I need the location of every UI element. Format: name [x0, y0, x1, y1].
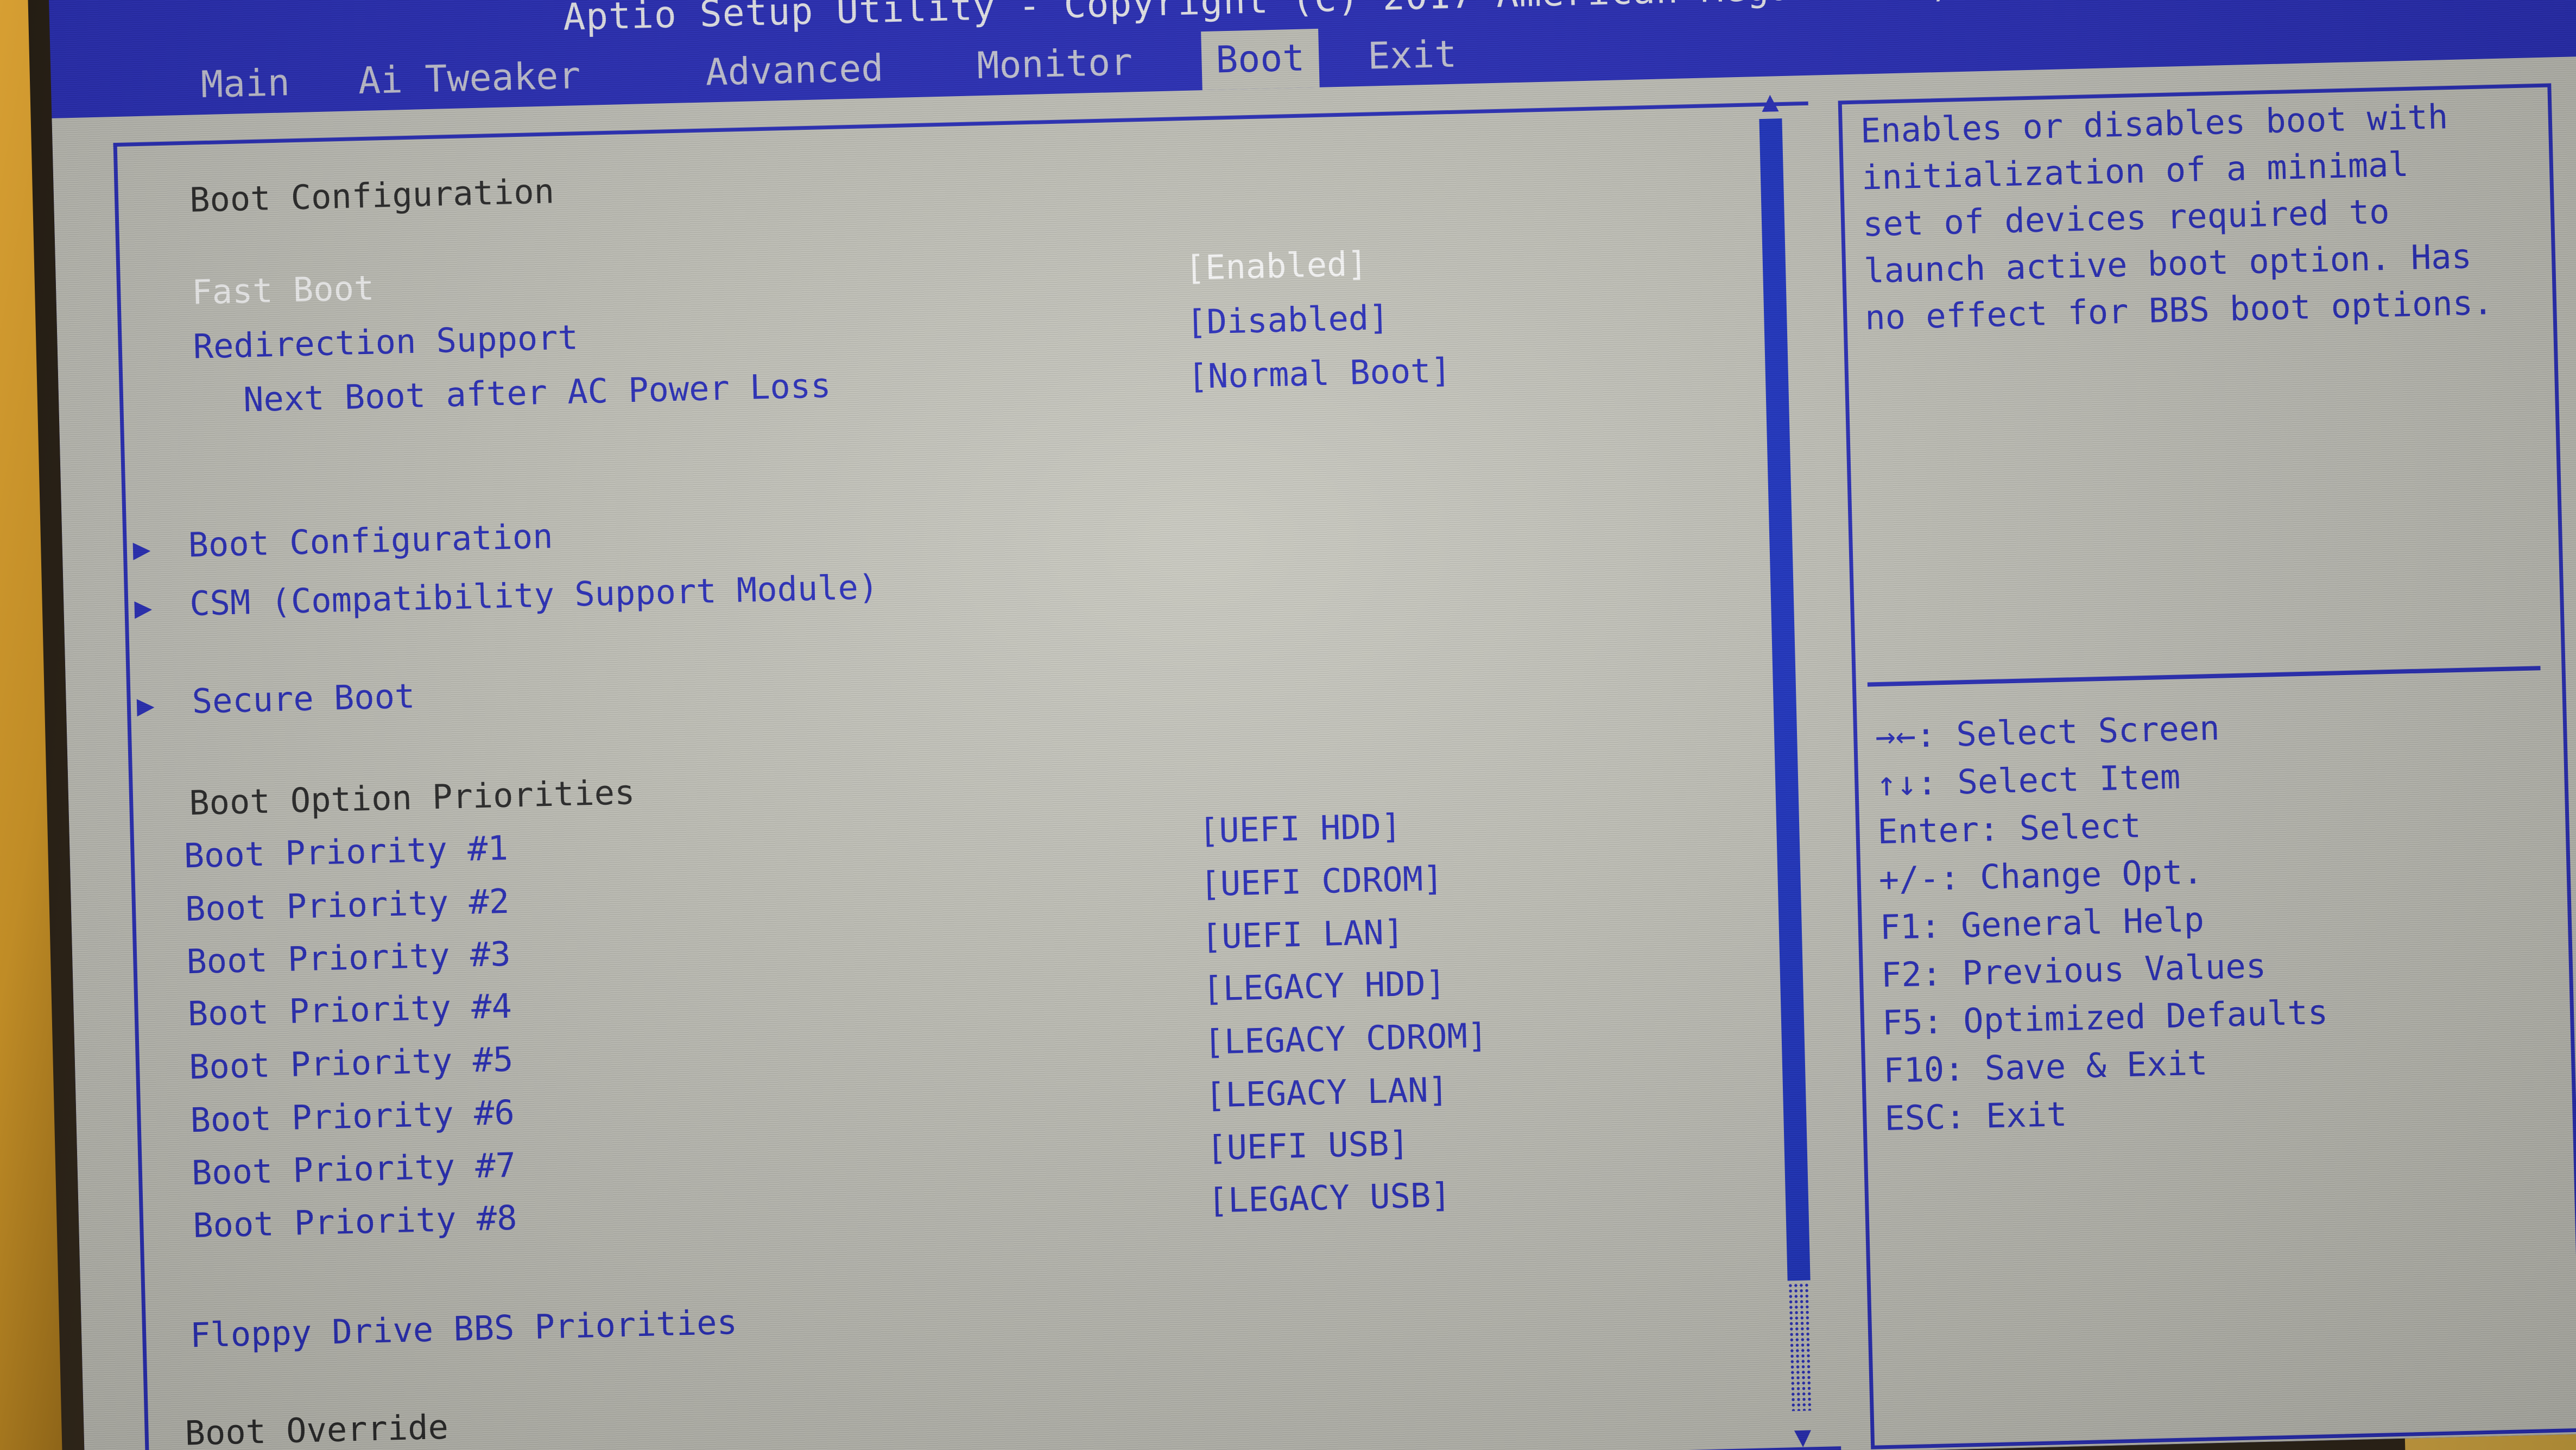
setting-redirection-support-label[interactable]: Redirection Support [193, 317, 579, 366]
setting-fast-boot-value[interactable]: [Enabled] [1185, 244, 1368, 288]
setting-redirection-support-value[interactable]: [Disabled] [1186, 298, 1389, 342]
submenu-secure-boot[interactable]: Secure Boot [192, 676, 415, 721]
boot-priority-2-label[interactable]: Boot Priority #2 [185, 881, 510, 929]
boot-priority-6-value[interactable]: [LEGACY LAN] [1205, 1070, 1449, 1115]
tab-advanced[interactable]: Advanced [691, 39, 898, 103]
help-text: Enables or disables boot with initializa… [1860, 97, 2494, 338]
scrollbar-up-arrow-icon[interactable]: ▲ [1755, 85, 1785, 118]
submenu-arrow-icon: ▶ [132, 531, 151, 566]
boot-priority-7-label[interactable]: Boot Priority #7 [191, 1145, 516, 1193]
photo-background: GTC Aptio Setup Utility - Copyright (C) … [0, 0, 2576, 1450]
scrollbar-track[interactable] [1787, 1282, 1814, 1411]
submenu-arrow-icon: ▶ [134, 590, 153, 625]
boot-priority-1-value[interactable]: [UEFI HDD] [1198, 806, 1402, 851]
setting-next-boot-after-ac-power-loss-value[interactable]: [Normal Boot] [1187, 350, 1452, 396]
tab-main[interactable]: Main [186, 54, 305, 115]
boot-priority-2-value[interactable]: [UEFI CDROM] [1200, 859, 1444, 904]
boot-priority-5-label[interactable]: Boot Priority #5 [188, 1039, 514, 1087]
boot-priority-3-label[interactable]: Boot Priority #3 [186, 934, 511, 982]
scrollbar-down-arrow-icon[interactable]: ▼ [1788, 1420, 1818, 1450]
boot-override-heading: Boot Override [184, 1407, 449, 1450]
tab-monitor[interactable]: Monitor [962, 33, 1147, 96]
boot-configuration-heading: Boot Configuration [189, 171, 555, 220]
boot-priority-7-value[interactable]: [UEFI USB] [1206, 1123, 1409, 1168]
boot-priority-8-label[interactable]: Boot Priority #8 [192, 1198, 517, 1246]
key-legend: →←: Select Screen ↑↓: Select Item Enter:… [1875, 696, 2553, 1143]
boot-priority-4-value[interactable]: [LEGACY HDD] [1202, 963, 1446, 1009]
boot-priority-5-value[interactable]: [LEGACY CDROM] [1204, 1016, 1488, 1062]
boot-priority-4-label[interactable]: Boot Priority #4 [187, 986, 512, 1034]
boot-priority-8-value[interactable]: [LEGACY USB] [1207, 1175, 1452, 1221]
submenu-boot-configuration[interactable]: Boot Configuration [188, 516, 553, 565]
boot-priority-3-value[interactable]: [UEFI LAN] [1201, 912, 1404, 957]
setting-fast-boot-label[interactable]: Fast Boot [191, 268, 375, 312]
boot-priority-1-label[interactable]: Boot Priority #1 [183, 828, 509, 876]
boot-option-priorities-heading: Boot Option Priorities [188, 772, 636, 823]
submenu-arrow-icon: ▶ [136, 688, 155, 723]
tab-ai-tweaker[interactable]: Ai Tweaker [344, 46, 596, 111]
boot-priority-6-label[interactable]: Boot Priority #6 [190, 1093, 515, 1140]
tab-exit[interactable]: Exit [1353, 25, 1471, 86]
tab-boot[interactable]: Boot [1201, 28, 1320, 91]
bios-screen: Aptio Setup Utility - Copyright (C) 2017… [48, 0, 2576, 1450]
